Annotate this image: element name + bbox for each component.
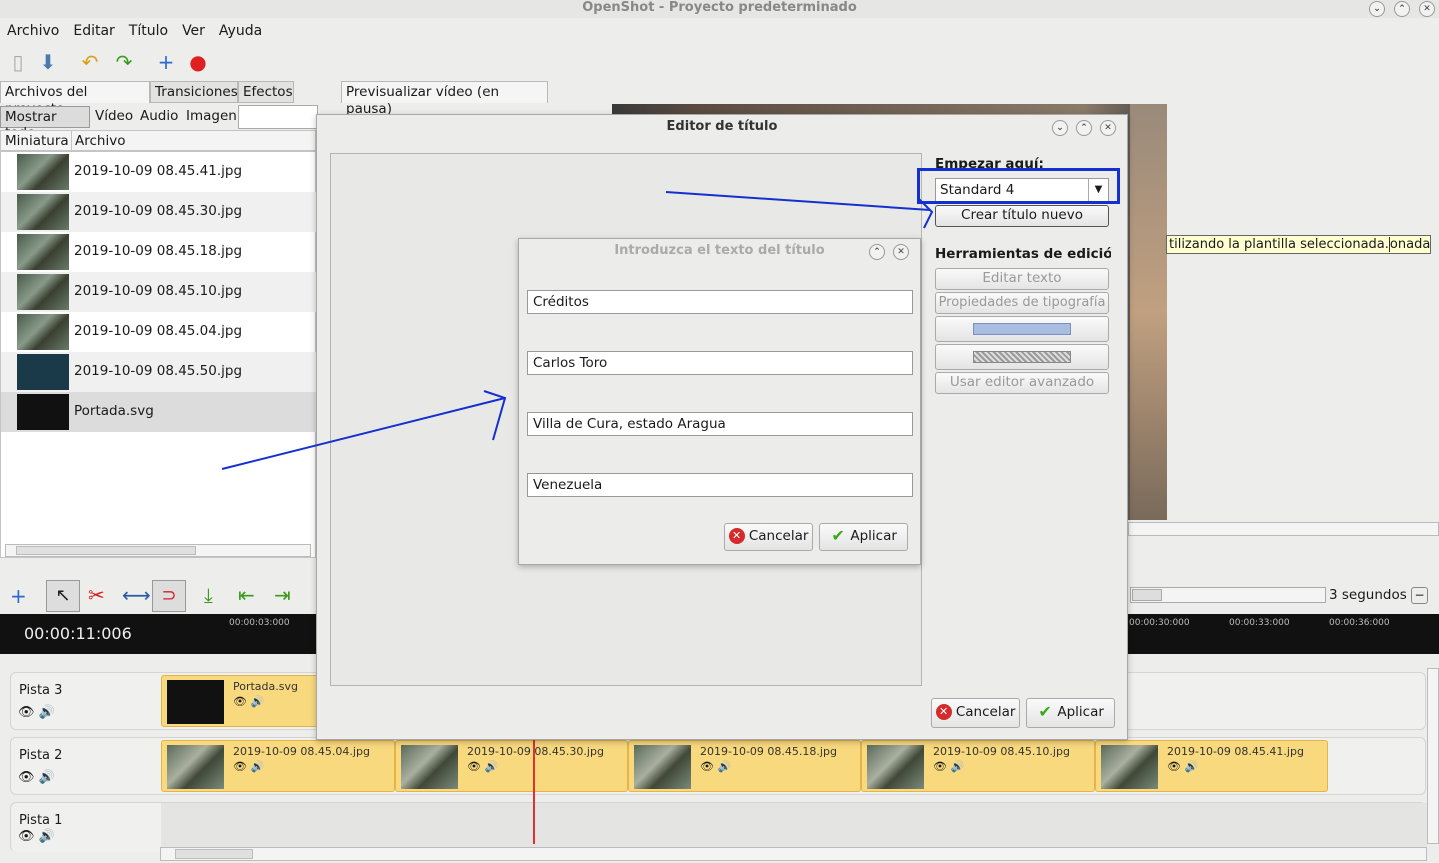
arrow-to-create-button bbox=[665, 191, 931, 211]
arrowhead bbox=[917, 197, 934, 229]
arrow-to-text-dialog bbox=[221, 397, 506, 470]
annotation-arrows bbox=[221, 191, 934, 470]
